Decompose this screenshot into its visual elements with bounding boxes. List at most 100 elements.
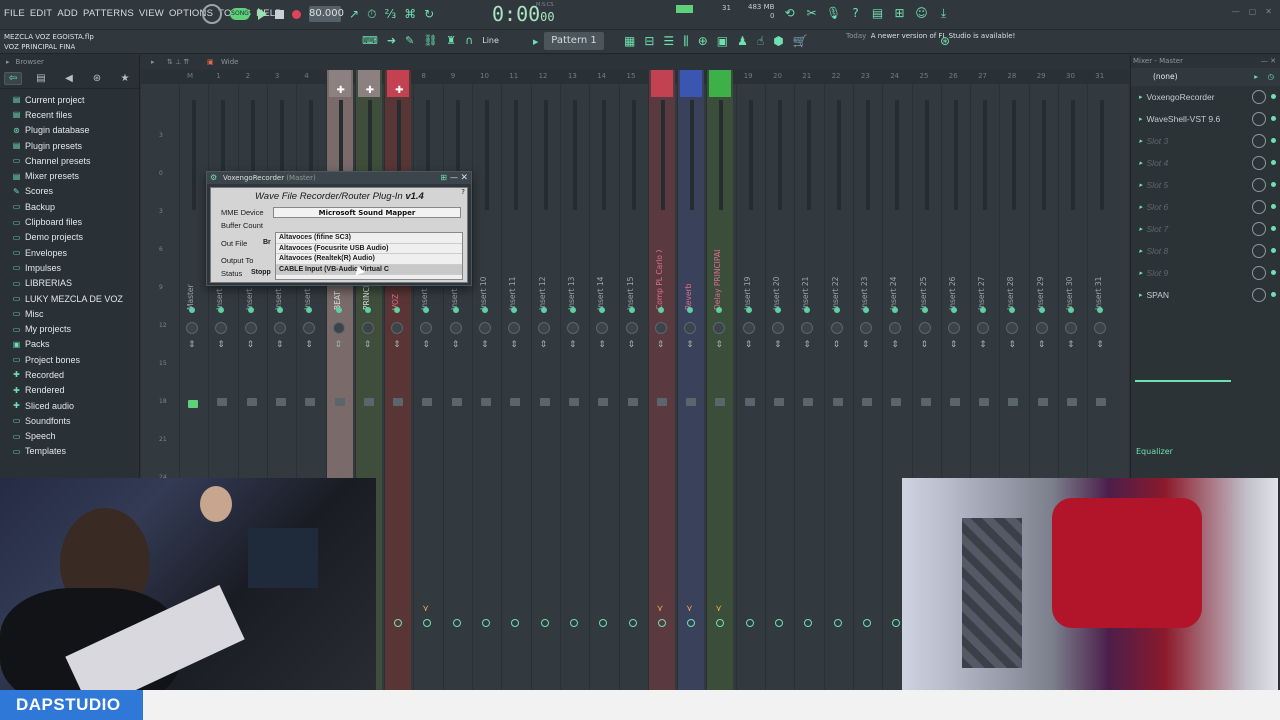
route-switch[interactable] bbox=[892, 619, 901, 627]
mute-led[interactable] bbox=[1038, 307, 1045, 313]
strip-header[interactable] bbox=[944, 70, 966, 97]
route-switch[interactable] bbox=[657, 619, 666, 627]
cart-icon[interactable]: 🛒 bbox=[793, 34, 808, 49]
strip-header[interactable] bbox=[504, 70, 526, 97]
stereo-separation-icon[interactable]: ⇕ bbox=[598, 340, 606, 350]
effect-slot[interactable]: ▸ Slot 8 bbox=[1131, 240, 1280, 262]
news-panel[interactable]: Today A newer version of FL Studio is av… bbox=[846, 31, 1015, 41]
browser-item[interactable]: ▤ Mixer presets bbox=[0, 168, 139, 183]
slot-arrow-icon[interactable]: ▸ bbox=[1139, 247, 1143, 255]
strip-header[interactable] bbox=[973, 70, 995, 97]
browser-item[interactable]: ▭ LIBRERIAS bbox=[0, 276, 139, 291]
route-switch[interactable] bbox=[833, 619, 842, 627]
pan-knob[interactable] bbox=[684, 322, 697, 334]
sidechain-icon[interactable]: ⋎ bbox=[422, 604, 429, 614]
browser-item[interactable]: ✚ Rendered bbox=[0, 383, 139, 398]
pan-knob[interactable] bbox=[947, 322, 960, 334]
maximize-icon[interactable]: ▢ bbox=[1249, 7, 1257, 16]
mute-led[interactable] bbox=[921, 307, 928, 313]
mute-led[interactable] bbox=[1009, 307, 1016, 313]
slot-mix-knob[interactable] bbox=[1252, 134, 1266, 148]
countdown-icon[interactable]: ⅔ bbox=[384, 7, 396, 21]
pan-knob[interactable] bbox=[596, 322, 609, 334]
plugin-help-icon[interactable]: ? bbox=[461, 188, 465, 196]
stereo-separation-icon[interactable]: ⇕ bbox=[422, 340, 430, 350]
route-switch[interactable] bbox=[716, 619, 725, 627]
mute-led[interactable] bbox=[892, 307, 899, 313]
strip-header[interactable] bbox=[1002, 70, 1024, 97]
song-mode-toggle[interactable]: SONG bbox=[230, 8, 250, 20]
route-switch[interactable] bbox=[394, 619, 403, 627]
browser-item[interactable]: ▭ Project bones bbox=[0, 352, 139, 367]
volume-fader[interactable] bbox=[188, 400, 198, 408]
pan-knob[interactable] bbox=[772, 322, 784, 334]
mixer-strip[interactable]: Insert 15 ⇕ bbox=[618, 70, 646, 720]
pan-knob[interactable] bbox=[1035, 322, 1048, 334]
strip-header[interactable] bbox=[1061, 70, 1083, 97]
stereo-separation-icon[interactable]: ⇕ bbox=[364, 340, 372, 350]
pan-knob[interactable] bbox=[508, 322, 521, 334]
volume-fader[interactable] bbox=[481, 398, 491, 406]
minimize-icon[interactable]: — bbox=[1232, 7, 1240, 16]
strip-header[interactable]: ✚ bbox=[357, 70, 380, 97]
volume-fader[interactable] bbox=[979, 398, 990, 406]
pan-knob[interactable] bbox=[625, 322, 638, 334]
slot-mix-knob[interactable] bbox=[1252, 266, 1266, 280]
voxengo-recorder-window[interactable]: ⚙ VoxengoRecorder (Master) ⊞ — ✕ Wave Fi… bbox=[206, 171, 472, 286]
mixer-strip[interactable]: Insert 23 ⇕ bbox=[852, 70, 880, 720]
stereo-separation-icon[interactable]: ⇕ bbox=[686, 340, 694, 350]
mute-led[interactable] bbox=[833, 307, 840, 313]
menu-item-add[interactable]: ADD bbox=[57, 8, 78, 19]
stereo-separation-icon[interactable]: ⇕ bbox=[745, 340, 753, 350]
rpanel-controls[interactable]: — ✕ bbox=[1261, 55, 1276, 68]
mixer-strip[interactable]: Delay PRINCIPAL ⇕ ⋎ bbox=[706, 70, 734, 720]
plugin-close-icon[interactable]: ✕ bbox=[460, 172, 468, 184]
mute-led[interactable] bbox=[628, 307, 635, 313]
piano-roll-icon[interactable]: ☰ bbox=[663, 34, 674, 49]
strip-header[interactable] bbox=[680, 70, 703, 97]
slot-enable-led[interactable] bbox=[1271, 226, 1276, 231]
mixer-strip[interactable]: Insert 8 ⇕ ⋎ bbox=[413, 70, 440, 720]
effect-slot[interactable]: ▸ Slot 6 bbox=[1131, 196, 1280, 218]
plugin-icon[interactable]: ⊞ bbox=[892, 6, 907, 21]
slot-enable-led[interactable] bbox=[1271, 160, 1276, 165]
pan-knob[interactable] bbox=[566, 322, 579, 334]
file-icon[interactable]: ▤ bbox=[32, 73, 50, 84]
stereo-separation-icon[interactable]: ⇕ bbox=[569, 340, 577, 350]
volume-fader[interactable] bbox=[217, 398, 228, 406]
strip-header[interactable] bbox=[241, 70, 263, 97]
clipboard-icon[interactable]: ▣ bbox=[717, 34, 728, 49]
close-icon[interactable]: ✕ bbox=[1265, 7, 1272, 16]
dropdown-option[interactable]: CABLE Input (VB-Audio Virtual C bbox=[276, 264, 462, 276]
browser-item[interactable]: ▭ LUKY MEZCLA DE VOZ bbox=[0, 291, 139, 306]
route-switch[interactable] bbox=[628, 619, 637, 627]
sidechain-icon[interactable]: ⋎ bbox=[657, 604, 664, 614]
pan-knob[interactable] bbox=[713, 322, 726, 334]
slot-arrow-icon[interactable]: ▸ bbox=[1139, 115, 1143, 123]
strip-header[interactable] bbox=[446, 70, 468, 97]
pattern-selector[interactable]: Pattern 1 bbox=[544, 32, 604, 50]
stereo-separation-icon[interactable]: ⇕ bbox=[1067, 340, 1075, 350]
volume-fader[interactable] bbox=[891, 398, 902, 406]
stereo-separation-icon[interactable]: ⇕ bbox=[774, 340, 782, 350]
mute-led[interactable] bbox=[687, 307, 694, 313]
slot-mix-knob[interactable] bbox=[1252, 288, 1266, 302]
mixer-strip[interactable]: Comp PL Carlo X ⇕ ⋎ bbox=[647, 70, 675, 720]
pattern-play-icon[interactable]: ▶ bbox=[533, 38, 538, 46]
stereo-separation-icon[interactable]: ⇕ bbox=[510, 340, 518, 350]
strip-header[interactable] bbox=[475, 70, 497, 97]
mute-led[interactable] bbox=[218, 307, 225, 313]
volume-fader[interactable] bbox=[246, 398, 257, 406]
dropdown-option[interactable]: Altavoces (Realtek(R) Audio) bbox=[276, 254, 462, 265]
mixer-strip[interactable]: Insert 20 ⇕ bbox=[765, 70, 792, 720]
plugin-menu-icon[interactable]: ⚙ bbox=[210, 172, 217, 184]
route-switch[interactable] bbox=[775, 619, 783, 627]
mute-led[interactable] bbox=[950, 307, 957, 313]
pan-knob[interactable] bbox=[654, 322, 667, 334]
stereo-separation-icon[interactable]: ⇕ bbox=[188, 340, 196, 350]
pan-knob[interactable] bbox=[186, 322, 198, 334]
pan-knob[interactable] bbox=[1094, 322, 1107, 334]
step-edit-icon[interactable]: ⌘ bbox=[404, 7, 416, 21]
route-switch[interactable] bbox=[452, 619, 461, 627]
strip-header[interactable] bbox=[1090, 70, 1112, 97]
